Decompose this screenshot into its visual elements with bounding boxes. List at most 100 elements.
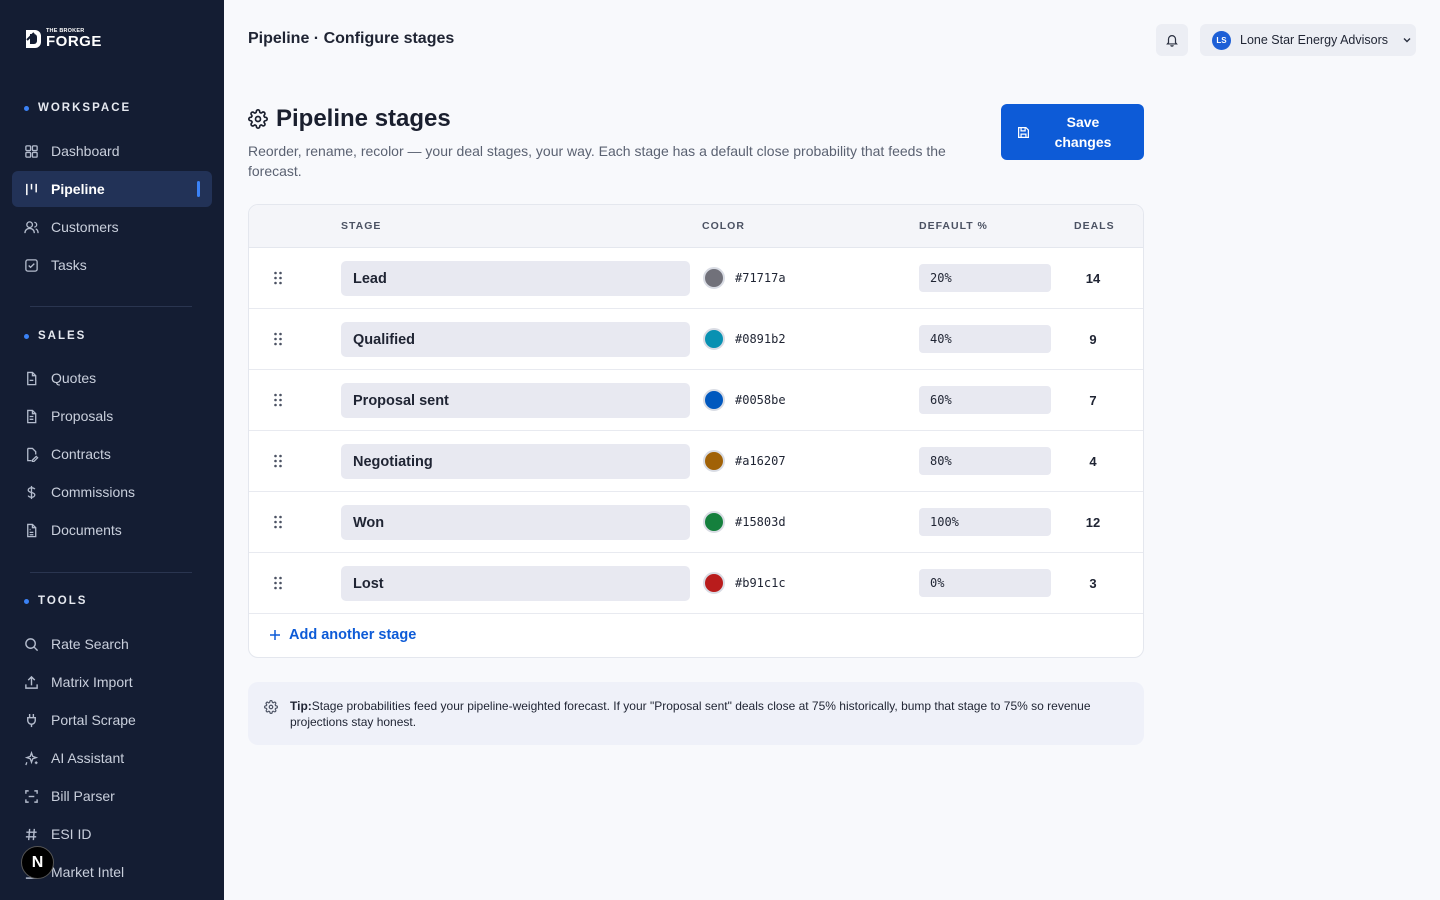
default-percent-input[interactable]: 20% — [919, 264, 1051, 292]
drag-handle-icon[interactable] — [271, 575, 285, 591]
color-swatch[interactable] — [703, 389, 725, 411]
default-percent-input[interactable]: 100% — [919, 508, 1051, 536]
column-stage: STAGE — [341, 220, 382, 232]
section-title: SALES — [38, 330, 87, 342]
stage-name-input[interactable]: Lost — [341, 566, 690, 601]
bell-icon — [1166, 35, 1178, 47]
color-hex: #71717a — [735, 271, 786, 285]
add-stage-button[interactable]: Add another stage — [269, 627, 416, 643]
color-swatch[interactable] — [703, 450, 725, 472]
drag-handle-icon[interactable] — [271, 331, 285, 347]
sidebar-item-customers[interactable]: Customers — [12, 209, 212, 245]
drag-handle-icon[interactable] — [271, 392, 285, 408]
stage-name-input[interactable]: Qualified — [341, 322, 690, 357]
scan-icon — [25, 789, 38, 803]
sidebar-item-label: Bill Parser — [51, 788, 115, 804]
sidebar-item-label: Rate Search — [51, 636, 129, 652]
page-subtitle: Reorder, rename, recolor — your deal sta… — [248, 143, 946, 179]
sidebar-item-label: Customers — [51, 219, 119, 235]
dev-badge[interactable]: N — [21, 846, 54, 879]
sidebar-item-tasks[interactable]: Tasks — [12, 247, 212, 283]
table-row: Lost #b91c1c 0% 3 — [249, 553, 1143, 614]
table-header: STAGE COLOR DEFAULT % DEALS — [249, 205, 1143, 248]
default-percent-input[interactable]: 60% — [919, 386, 1051, 414]
save-icon — [1018, 126, 1029, 138]
save-button-label: Save changes — [1054, 114, 1112, 150]
tip-label: Tip: — [290, 699, 312, 713]
chevron-down-icon — [1403, 38, 1411, 43]
color-swatch[interactable] — [703, 572, 725, 594]
sidebar-item-quotes[interactable]: Quotes — [12, 360, 212, 396]
sidebar-item-contracts[interactable]: Contracts — [12, 436, 212, 472]
table-row: Qualified #0891b2 40% 9 — [249, 309, 1143, 370]
stage-name-input[interactable]: Proposal sent — [341, 383, 690, 418]
document-icon — [27, 523, 37, 537]
default-percent-input[interactable]: 40% — [919, 325, 1051, 353]
deals-count: 3 — [1089, 576, 1097, 591]
plus-icon — [270, 630, 280, 640]
search-icon — [25, 637, 39, 651]
sidebar-item-documents[interactable]: Documents — [12, 512, 212, 548]
stage-name-input[interactable]: Negotiating — [341, 444, 690, 479]
sidebar-item-label: Documents — [51, 522, 122, 538]
brand-logo[interactable]: THE BROKER FORGE — [24, 28, 102, 50]
sidebar-item-label: Commissions — [51, 484, 136, 500]
drag-handle-icon[interactable] — [271, 453, 285, 469]
save-changes-button[interactable]: Save changes — [1001, 104, 1144, 160]
column-color: COLOR — [702, 220, 745, 232]
users-icon — [24, 220, 39, 233]
sidebar-item-label: AI Assistant — [51, 750, 125, 766]
checkbox-icon — [25, 258, 38, 272]
notifications-button[interactable] — [1156, 24, 1188, 56]
deals-count: 14 — [1085, 271, 1101, 286]
sidebar-item-label: Portal Scrape — [51, 712, 136, 728]
gear-icon — [248, 109, 268, 129]
color-swatch[interactable] — [703, 328, 725, 350]
sidebar-item-portal-scrape[interactable]: Portal Scrape — [12, 702, 212, 738]
sidebar-item-commissions[interactable]: Commissions — [12, 474, 212, 510]
table-row: Proposal sent #0058be 60% 7 — [249, 370, 1143, 431]
section-dot — [24, 333, 29, 339]
stage-name-input[interactable]: Won — [341, 505, 690, 540]
sidebar-item-pipeline[interactable]: Pipeline — [12, 171, 212, 207]
section-title: WORKSPACE — [38, 102, 132, 114]
page-title-row: Pipeline stages — [248, 105, 451, 133]
default-percent-input[interactable]: 0% — [919, 569, 1051, 597]
sidebar-item-proposals[interactable]: Proposals — [12, 398, 212, 434]
drag-handle-icon[interactable] — [271, 514, 285, 530]
sidebar-item-ai-assistant[interactable]: AI Assistant — [12, 740, 212, 776]
forge-logo-icon — [26, 30, 41, 48]
avatar: LS — [1212, 30, 1231, 50]
plug-icon — [27, 713, 36, 727]
deals-count: 9 — [1089, 332, 1097, 347]
color-swatch[interactable] — [703, 511, 725, 533]
file-text-icon — [27, 409, 37, 423]
default-percent-input[interactable]: 80% — [919, 447, 1051, 475]
section-dot — [24, 598, 29, 604]
deals-count: 4 — [1089, 454, 1097, 469]
sidebar-item-label: ESI ID — [51, 826, 92, 842]
brand-big: FORGE — [46, 33, 102, 51]
section-workspace: WORKSPACE — [24, 102, 131, 114]
gear-icon — [264, 700, 278, 714]
sidebar-item-matrix-import[interactable]: Matrix Import — [12, 664, 212, 700]
file-signature-icon — [27, 447, 39, 462]
deals-count: 12 — [1085, 515, 1101, 530]
sidebar-item-dashboard[interactable]: Dashboard — [12, 133, 212, 169]
dev-badge-label: N — [31, 853, 44, 871]
column-deals: DEALS — [1074, 220, 1115, 232]
sidebar-item-rate-search[interactable]: Rate Search — [12, 626, 212, 662]
sidebar-item-bill-parser[interactable]: Bill Parser — [12, 778, 212, 814]
page-breadcrumb: Pipeline · Configure stages — [248, 30, 455, 47]
sidebar-divider — [30, 572, 192, 573]
table-row: Lead #71717a 20% 14 — [249, 248, 1143, 309]
sidebar-item-label: Pipeline — [51, 181, 105, 197]
color-swatch[interactable] — [703, 267, 725, 289]
account-switcher[interactable]: LS Lone Star Energy Advisors — [1200, 24, 1416, 56]
section-title: TOOLS — [38, 595, 88, 607]
section-tools: TOOLS — [24, 595, 87, 607]
stage-name-input[interactable]: Lead — [341, 261, 690, 296]
drag-handle-icon[interactable] — [271, 270, 285, 286]
sidebar-item-label: Proposals — [51, 408, 114, 424]
table-row: Negotiating #a16207 80% 4 — [249, 431, 1143, 492]
